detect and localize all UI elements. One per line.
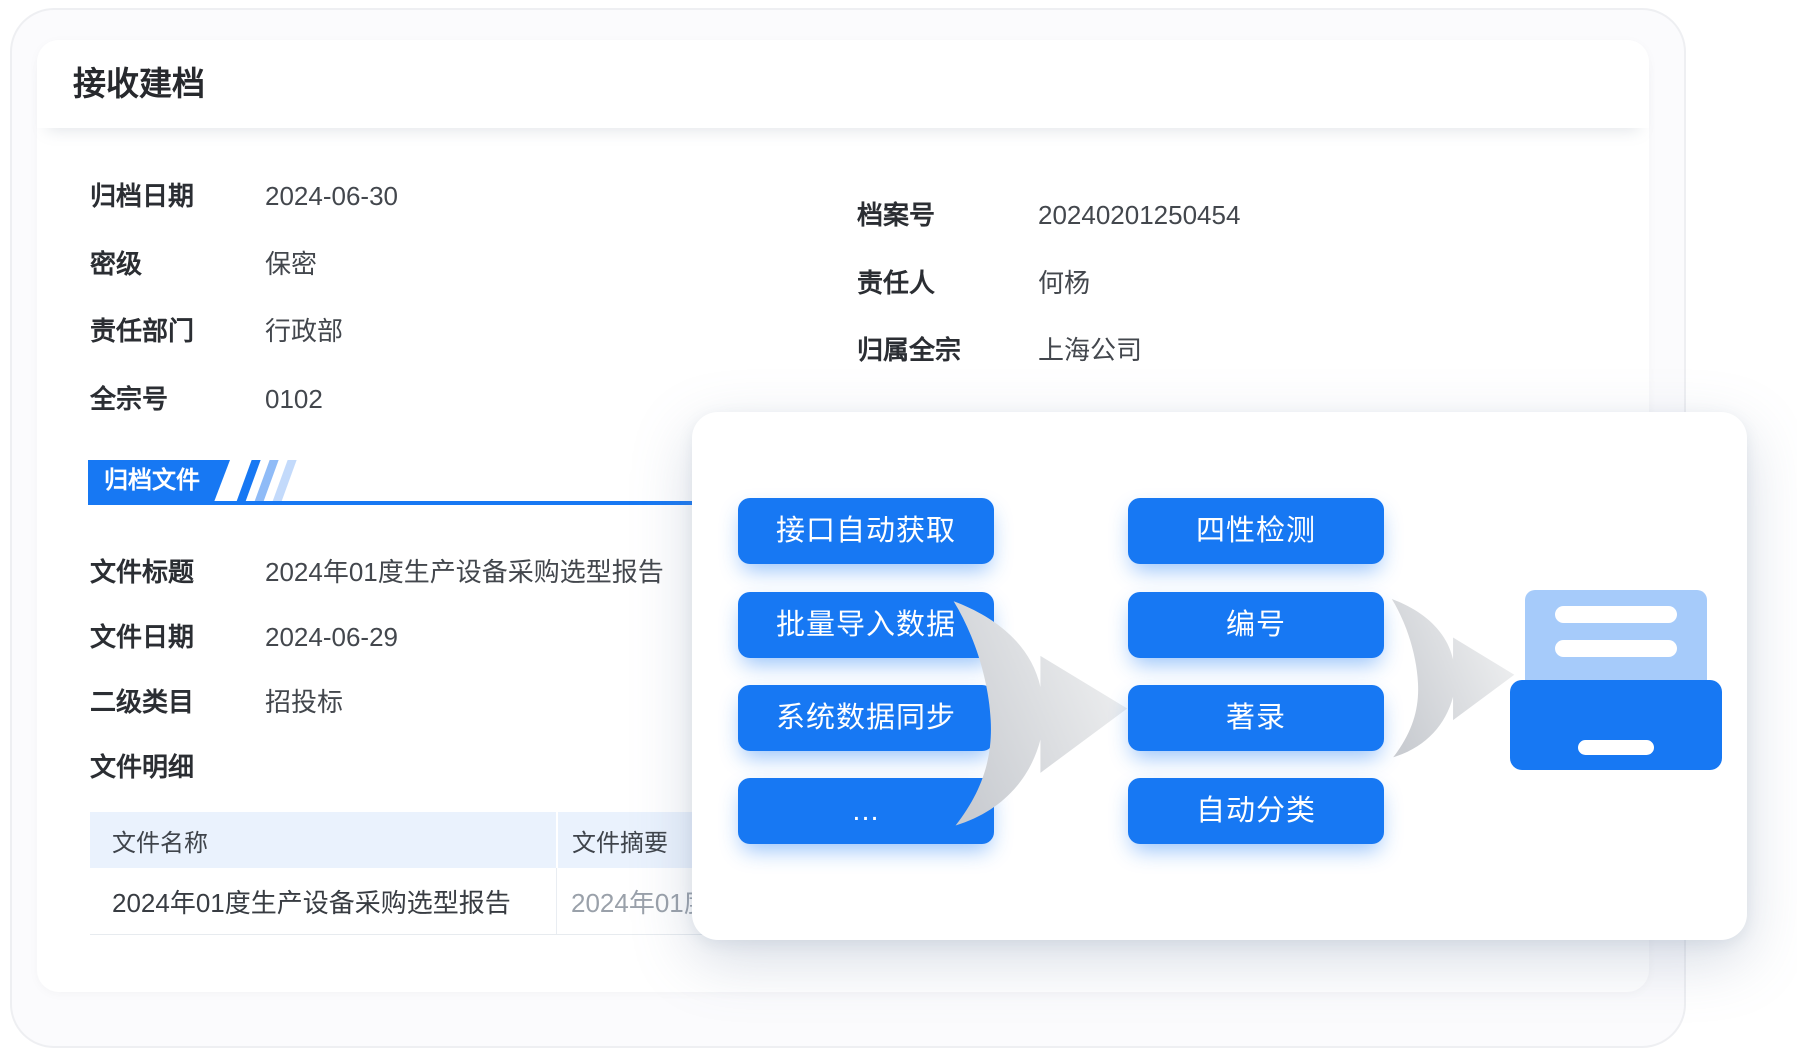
second-category-label: 二级类目 (90, 686, 194, 718)
second-category-value: 招投标 (265, 686, 343, 718)
resp-department-value: 行政部 (265, 315, 343, 347)
flow-button-cataloging[interactable]: 著录 (1128, 685, 1384, 751)
file-title-label: 文件标题 (90, 556, 194, 588)
archive-date-value: 2024-06-30 (265, 180, 398, 212)
fonds-number-label: 全宗号 (90, 383, 168, 415)
flow-button-api-auto-fetch[interactable]: 接口自动获取 (738, 498, 994, 564)
fonds-number-value: 0102 (265, 383, 323, 415)
flow-button-numbering[interactable]: 编号 (1128, 592, 1384, 658)
document-line (1555, 640, 1677, 657)
drawer-handle (1578, 740, 1654, 755)
flow-overlay-card: 接口自动获取 批量导入数据 系统数据同步 ... 四性检测 编号 著录 自动分类 (692, 412, 1747, 940)
file-detail-label: 文件明细 (90, 751, 194, 783)
archive-drawer-icon (1510, 680, 1722, 770)
flow-arrow-right-icon (1382, 588, 1520, 760)
table-header-file-name: 文件名称 (90, 812, 556, 868)
flow-arrow-right-icon (940, 585, 1135, 830)
resp-person-value: 何杨 (1038, 267, 1090, 299)
belong-fonds-value: 上海公司 (1038, 334, 1142, 366)
security-level-label: 密级 (90, 248, 142, 280)
flow-button-auto-classify[interactable]: 自动分类 (1128, 778, 1384, 844)
flow-button-four-checks[interactable]: 四性检测 (1128, 498, 1384, 564)
resp-department-label: 责任部门 (90, 315, 194, 347)
security-level-value: 保密 (265, 248, 317, 280)
table-cell-file-name: 2024年01度生产设备采购选型报告 (90, 868, 556, 934)
belong-fonds-label: 归属全宗 (857, 334, 961, 366)
resp-person-label: 责任人 (857, 267, 935, 299)
archive-number-label: 档案号 (857, 199, 935, 231)
page-title: 接收建档 (73, 66, 205, 102)
archive-date-label: 归档日期 (90, 180, 194, 212)
archive-number-value: 20240201250454 (1038, 199, 1240, 231)
page: 接收建档 归档日期 2024-06-30 密级 保密 责任部门 行政部 全宗号 … (0, 0, 1797, 1056)
card-header: 接收建档 (37, 40, 1649, 128)
file-title-value: 2024年01度生产设备采购选型报告 (265, 556, 664, 588)
file-date-label: 文件日期 (90, 621, 194, 653)
document-line (1555, 606, 1677, 623)
file-date-value: 2024-06-29 (265, 621, 398, 653)
section-tag-archived-files: 归档文件 (88, 460, 230, 502)
